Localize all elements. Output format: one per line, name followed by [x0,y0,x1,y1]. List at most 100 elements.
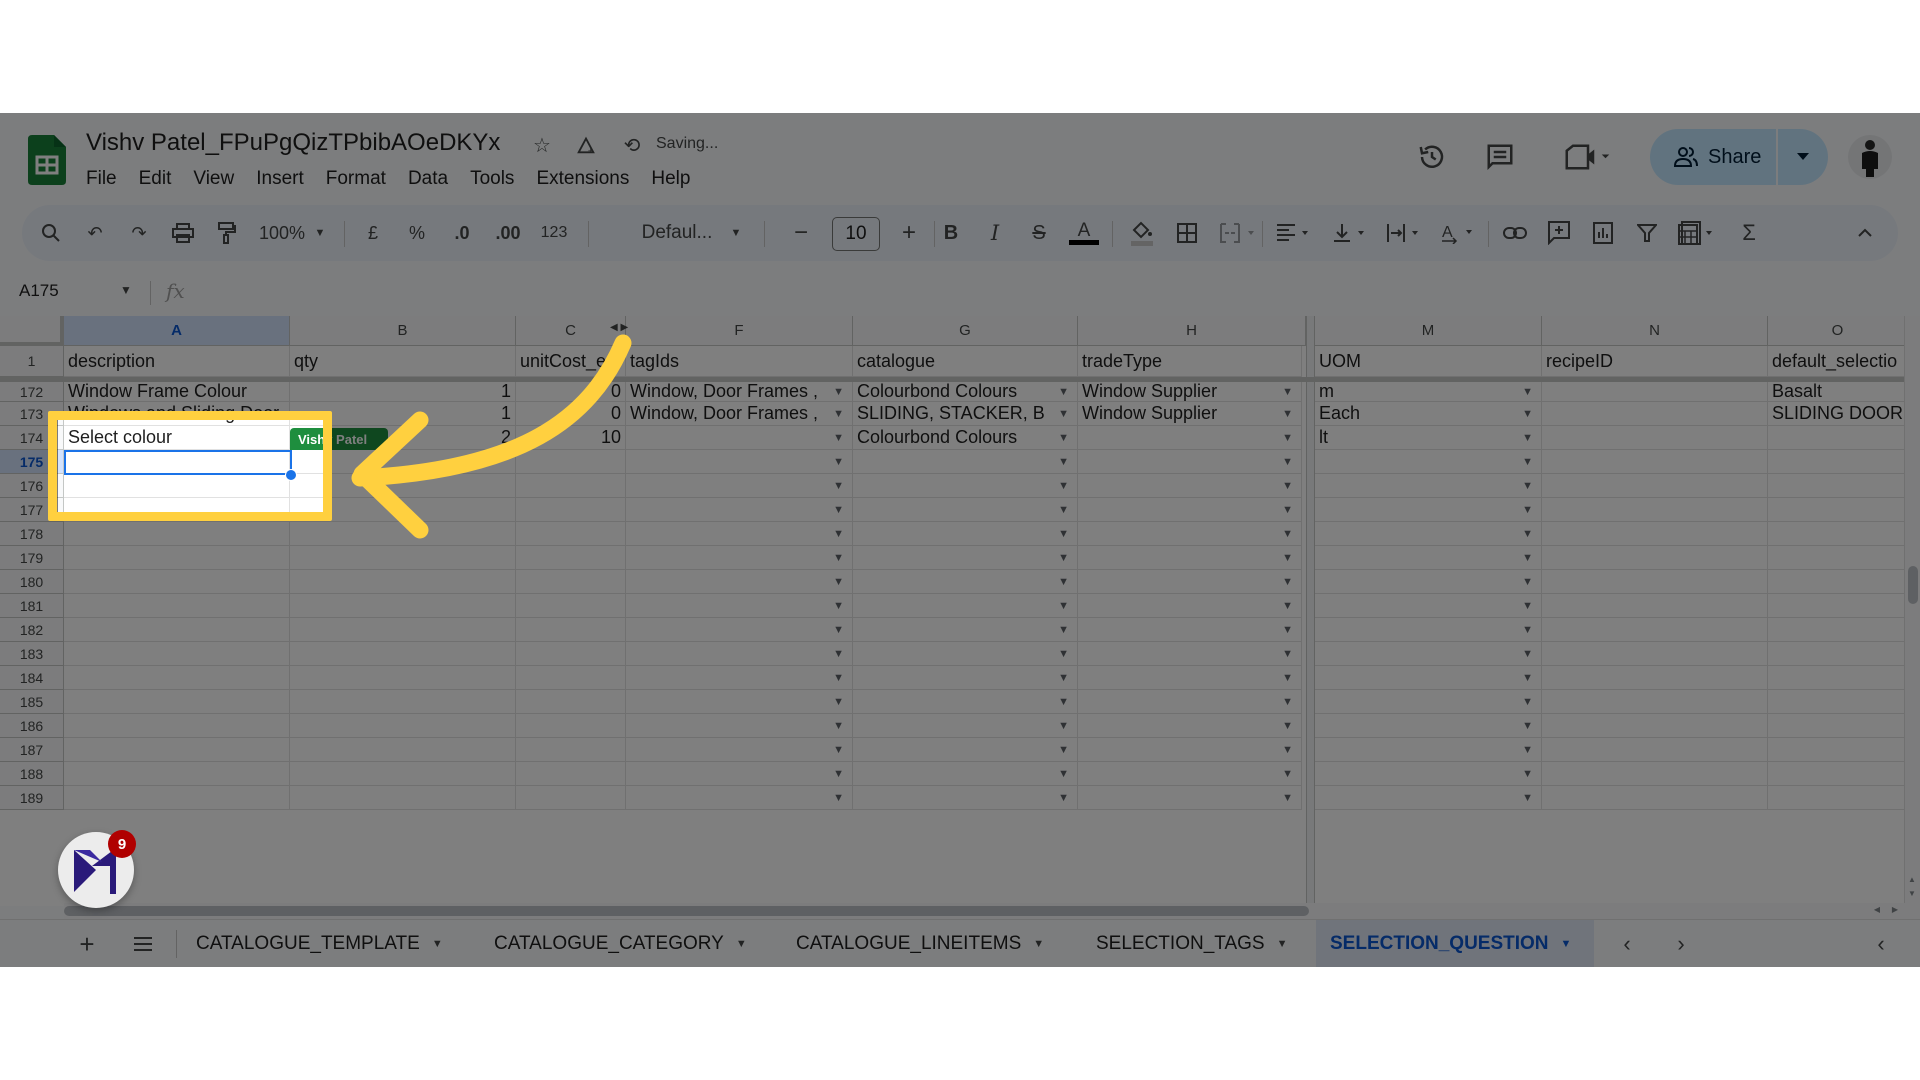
menu-help[interactable]: Help [640,166,701,192]
dropdown-chip-caret-icon[interactable]: ▼ [833,552,844,564]
sheet-tab-selection-tags[interactable]: SELECTION_TAGS ▼ [1082,920,1301,967]
cell-a[interactable] [64,762,290,786]
dropdown-chip-caret-icon[interactable]: ▼ [1058,576,1069,588]
column-header-h[interactable]: H [1078,316,1306,346]
cell-h[interactable]: ▼ [1078,522,1302,546]
cell-f[interactable]: ▼ [626,546,853,570]
cell-m[interactable]: ▼ [1315,642,1542,666]
share-button[interactable]: Share [1650,129,1776,185]
cell-n[interactable] [1542,522,1768,546]
dropdown-chip-caret-icon[interactable]: ▼ [1058,792,1069,804]
filter-icon[interactable] [1632,205,1662,261]
dropdown-chip-caret-icon[interactable]: ▼ [1058,696,1069,708]
dropdown-chip-caret-icon[interactable]: ▼ [833,696,844,708]
vertical-align-icon[interactable] [1328,205,1372,261]
cell-f[interactable]: ▼ [626,474,853,498]
cell-n[interactable] [1542,594,1768,618]
dropdown-chip-caret-icon[interactable]: ▼ [1282,528,1293,540]
cell-h[interactable]: ▼ [1078,714,1302,738]
cell-m[interactable]: ▼ [1315,450,1542,474]
cell-o[interactable] [1768,594,1908,618]
cell-c[interactable] [516,786,626,810]
column-header-o[interactable]: O [1768,316,1908,346]
dropdown-chip-caret-icon[interactable]: ▼ [1282,624,1293,636]
cell-o[interactable] [1768,570,1908,594]
cell-g[interactable]: ▼ [853,714,1078,738]
dropdown-chip-caret-icon[interactable]: ▼ [1522,600,1533,612]
paint-format-icon[interactable] [212,205,242,261]
sheet-tab-caret-icon[interactable]: ▼ [1033,938,1044,950]
cell-o[interactable] [1768,642,1908,666]
dropdown-chip-caret-icon[interactable]: ▼ [1058,456,1069,468]
dropdown-chip-caret-icon[interactable]: ▼ [1522,480,1533,492]
dropdown-chip-caret-icon[interactable]: ▼ [1282,456,1293,468]
cell-h[interactable]: ▼ [1078,498,1302,522]
dropdown-chip-caret-icon[interactable]: ▼ [1282,720,1293,732]
header-cell[interactable]: tradeType [1078,346,1302,377]
scroll-down-icon[interactable]: ▼ [1908,889,1916,898]
cell-f[interactable]: ▼ [626,450,853,474]
cell-m[interactable]: ▼ [1315,522,1542,546]
cell-n[interactable] [1542,714,1768,738]
scroll-tabs-right-icon[interactable]: › [1664,920,1698,967]
print-icon[interactable] [168,205,198,261]
cell-b[interactable] [290,690,516,714]
dropdown-chip-caret-icon[interactable]: ▼ [1522,624,1533,636]
cell-h[interactable]: ▼ [1078,666,1302,690]
cell-g[interactable]: Colourbond Colours ▼ [853,382,1078,402]
cell-g[interactable]: ▼ [853,594,1078,618]
cell-g[interactable]: ▼ [853,450,1078,474]
cell-a[interactable] [64,690,290,714]
cell-c[interactable] [516,690,626,714]
menu-edit[interactable]: Edit [128,166,183,192]
row-header[interactable]: 180 [0,570,64,594]
dropdown-chip-caret-icon[interactable]: ▼ [1522,504,1533,516]
cell-c[interactable] [516,594,626,618]
cell-b[interactable] [290,570,516,594]
horizontal-scrollbar[interactable]: ◀ ▶ [64,903,1920,919]
add-sheet-button[interactable]: + [70,920,104,967]
cell-a[interactable] [64,738,290,762]
font-size-input[interactable]: 10 [832,217,880,251]
menu-file[interactable]: File [86,166,128,192]
redo-icon[interactable]: ↷ [124,205,154,261]
cell-f[interactable]: Window, Door Frames , ▼ [626,382,853,402]
hide-menus-chevron-icon[interactable] [1850,205,1880,261]
cell-g[interactable]: ▼ [853,666,1078,690]
dropdown-chip-caret-icon[interactable]: ▼ [1058,504,1069,516]
row-header[interactable]: 186 [0,714,64,738]
row-header[interactable]: 179 [0,546,64,570]
dropdown-chip-caret-icon[interactable]: ▼ [833,408,844,420]
cell-n[interactable] [1542,690,1768,714]
cell-m[interactable]: ▼ [1315,762,1542,786]
dropdown-chip-caret-icon[interactable]: ▼ [833,672,844,684]
dropdown-chip-caret-icon[interactable]: ▼ [1058,672,1069,684]
menu-tools[interactable]: Tools [459,166,525,192]
cell-g[interactable]: ▼ [853,618,1078,642]
insert-link-icon[interactable] [1500,205,1530,261]
cell-f[interactable]: ▼ [626,618,853,642]
sheet-tab-caret-icon[interactable]: ▼ [736,938,747,950]
version-history-icon[interactable] [1412,137,1452,177]
cell-n[interactable] [1542,402,1768,426]
cell-n[interactable] [1542,498,1768,522]
dropdown-chip-caret-icon[interactable]: ▼ [833,576,844,588]
name-box[interactable]: A175 [19,281,59,301]
cell-h[interactable]: Window Supplier ▼ [1078,402,1302,426]
cell-g[interactable]: ▼ [853,690,1078,714]
cell-g[interactable]: Colourbond Colours ▼ [853,426,1078,450]
cell-o[interactable] [1768,522,1908,546]
cell-f[interactable]: ▼ [626,714,853,738]
cell-f[interactable]: ▼ [626,738,853,762]
cell-b[interactable] [290,618,516,642]
cell-c[interactable] [516,522,626,546]
cell-m[interactable]: ▼ [1315,690,1542,714]
dropdown-chip-caret-icon[interactable]: ▼ [1522,456,1533,468]
row-header[interactable]: 188 [0,762,64,786]
dropdown-chip-caret-icon[interactable]: ▼ [1522,528,1533,540]
cell-m[interactable]: m ▼ [1315,382,1542,402]
undo-icon[interactable]: ↶ [80,205,110,261]
vertical-scrollbar[interactable]: ▲ ▼ [1904,316,1920,906]
italic-button[interactable]: I [980,205,1010,261]
user-avatar[interactable] [1848,135,1892,179]
